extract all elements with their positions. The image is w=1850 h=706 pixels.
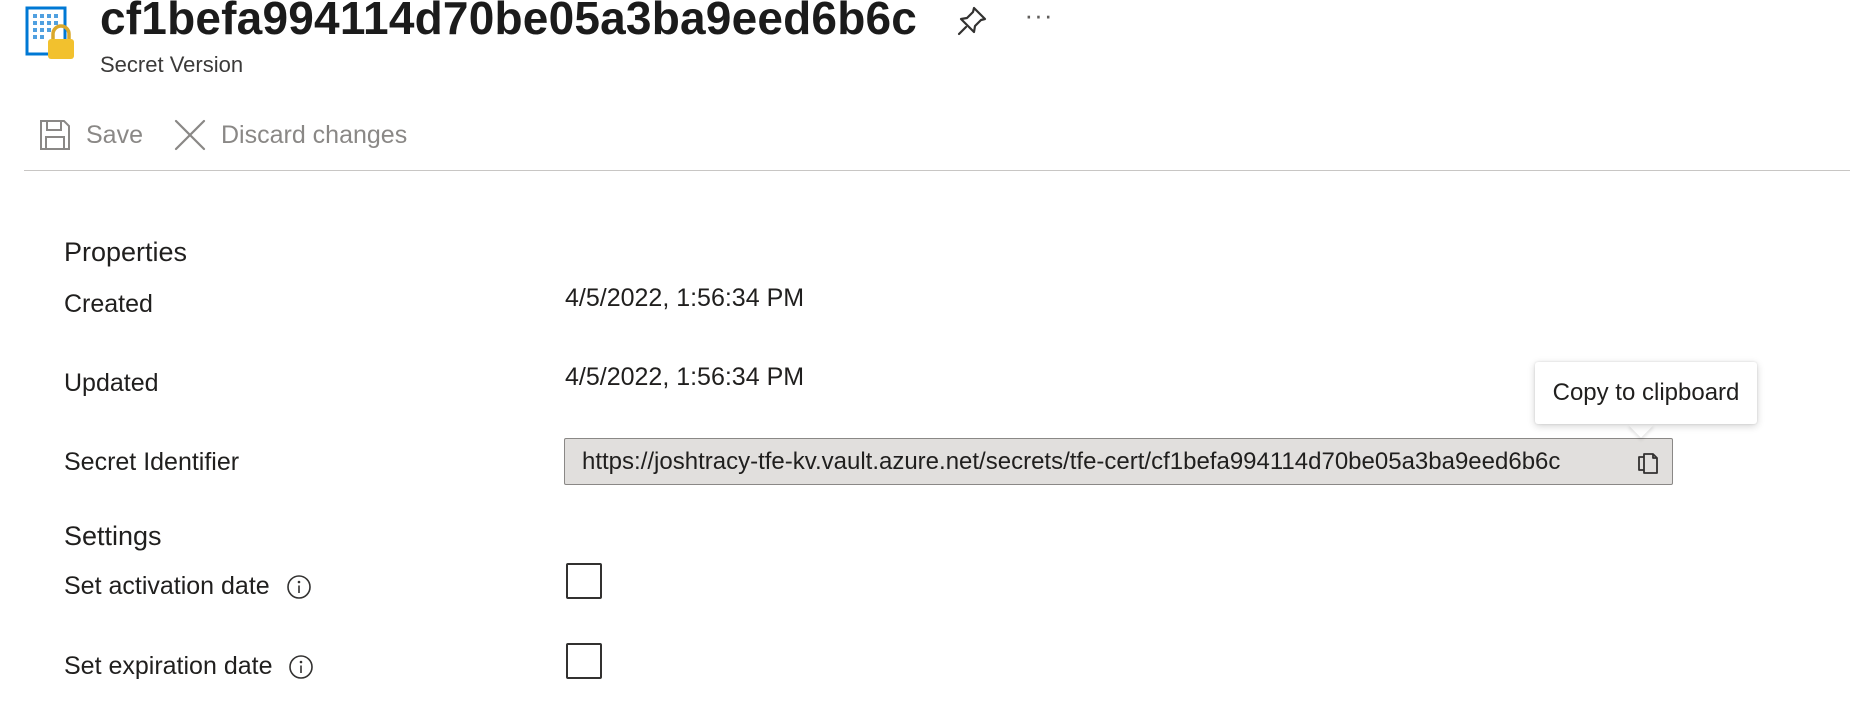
set-activation-date-checkbox[interactable] [566,563,602,599]
copy-to-clipboard-button[interactable] [1627,442,1669,482]
toolbar-divider [24,170,1850,171]
copy-tooltip: Copy to clipboard [1535,362,1757,424]
page-subtitle: Secret Version [100,52,244,77]
set-activation-date-label: Set activation date [64,572,270,600]
pin-button[interactable] [955,4,989,38]
activation-date-row-label: Set activation date [64,572,312,601]
save-icon [40,120,70,150]
properties-heading: Properties [64,237,188,267]
settings-heading: Settings [64,521,162,551]
page-title: cf1befa994114d70be05a3ba9eed6b6c [100,0,918,44]
copy-icon [1638,452,1658,474]
command-bar: Save Discard changes [38,112,437,158]
expiration-date-row-label: Set expiration date [64,652,314,681]
more-options-button[interactable]: ··· [1022,0,1056,34]
secret-identifier-field[interactable]: https://joshtracy-tfe-kv.vault.azure.net… [564,438,1673,485]
secret-identifier-label: Secret Identifier [64,448,240,476]
secret-version-page: cf1befa994114d70be05a3ba9eed6b6c Secret … [0,0,1850,706]
created-value: 4/5/2022, 1:56:34 PM [565,284,805,312]
discard-changes-button[interactable]: Discard changes [173,118,407,152]
updated-label: Updated [64,369,159,397]
created-label: Created [64,290,153,318]
key-vault-secret-icon [25,6,81,62]
info-icon[interactable] [286,574,312,600]
info-icon[interactable] [288,654,314,680]
set-expiration-date-label: Set expiration date [64,652,273,680]
close-icon [174,119,206,151]
save-label: Save [86,120,143,149]
updated-value: 4/5/2022, 1:56:34 PM [565,363,805,391]
set-expiration-date-checkbox[interactable] [566,643,602,679]
save-button[interactable]: Save [38,118,143,152]
secret-identifier-value[interactable]: https://joshtracy-tfe-kv.vault.azure.net… [565,448,1627,476]
pin-icon [957,6,987,36]
discard-changes-label: Discard changes [220,120,408,149]
